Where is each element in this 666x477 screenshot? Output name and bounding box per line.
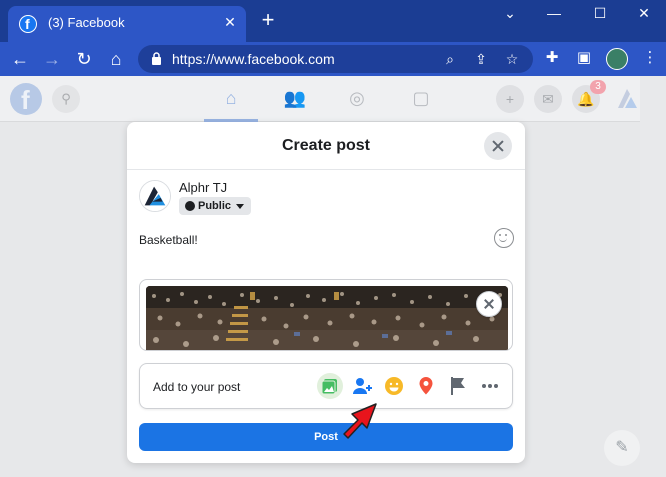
browser-tab-strip: f (3) Facebook ✕ + ⌄ — ☐ ✕ [0, 0, 666, 42]
photo-video-icon[interactable] [317, 373, 343, 399]
caret-down-icon [236, 203, 245, 209]
media-attachment [139, 279, 513, 351]
home-nav-icon[interactable]: ⌂ [218, 86, 244, 110]
tab-search-chevron-down-icon[interactable]: ⌄ [490, 2, 530, 26]
gaming-nav-icon[interactable]: ▢ [408, 86, 434, 110]
facebook-top-bar: f ⚲ ⌂ 👥 ◎ ▢ + ✉ 🔔 3 [0, 76, 640, 122]
minimize-icon[interactable]: — [534, 2, 574, 26]
life-event-flag-icon[interactable] [445, 373, 471, 399]
tag-people-icon[interactable] [349, 373, 375, 399]
more-options-icon[interactable] [477, 373, 503, 399]
reload-icon[interactable]: ↻ [72, 47, 96, 71]
create-post-dialog: Create post Alphr TJ Public Basketball! [127, 122, 525, 463]
bookmark-star-icon[interactable]: ☆ [503, 50, 521, 68]
window-close-icon[interactable]: ✕ [624, 2, 664, 26]
feeling-smiley-icon[interactable] [381, 373, 407, 399]
side-panel-icon[interactable]: ▣ [574, 48, 594, 68]
facebook-favicon-icon: f [19, 15, 37, 33]
tab-close-icon[interactable]: ✕ [220, 12, 240, 32]
notification-badge: 3 [590, 80, 606, 94]
privacy-selector[interactable]: Public [179, 197, 252, 215]
address-bar[interactable]: https://www.facebook.com ⌕ ⇪ ☆ [138, 45, 533, 73]
home-icon[interactable]: ⌂ [104, 47, 128, 71]
share-icon[interactable]: ⇪ [472, 50, 490, 68]
post-button[interactable]: Post [139, 423, 513, 451]
browser-toolbar: ← → ↻ ⌂ https://www.facebook.com ⌕ ⇪ ☆ ✚… [0, 42, 666, 76]
remove-media-icon[interactable] [476, 291, 502, 317]
check-in-location-icon[interactable] [413, 373, 439, 399]
add-to-post-bar: Add to your post [139, 363, 513, 409]
messenger-icon[interactable]: ✉ [534, 85, 562, 113]
browser-tab[interactable]: f (3) Facebook ✕ [8, 6, 246, 42]
extensions-puzzle-icon[interactable]: ✚ [542, 48, 562, 68]
author-name: Alphr TJ [179, 180, 228, 195]
dialog-title: Create post [281, 137, 371, 154]
add-to-post-label: Add to your post [153, 380, 241, 394]
create-plus-icon[interactable]: + [496, 85, 524, 113]
dialog-header: Create post [127, 122, 525, 170]
tab-title: (3) Facebook [48, 15, 125, 30]
groups-nav-icon[interactable]: ◎ [344, 86, 370, 110]
basketball-crowd-photo [146, 286, 508, 350]
post-text-input[interactable]: Basketball! [139, 233, 198, 247]
friends-nav-icon[interactable]: 👥 [282, 86, 308, 110]
account-avatar[interactable] [612, 84, 640, 112]
url-text: https://www.facebook.com [172, 51, 335, 67]
maximize-icon[interactable]: ☐ [580, 2, 620, 26]
facebook-logo-icon[interactable]: f [10, 83, 42, 115]
red-pointer-arrow-icon [343, 403, 377, 439]
emoji-smiley-icon[interactable] [494, 228, 514, 248]
zoom-icon[interactable]: ⌕ [441, 50, 459, 68]
page-scrollbar[interactable] [640, 76, 666, 477]
profile-avatar[interactable] [606, 48, 628, 70]
globe-icon [185, 201, 195, 211]
privacy-label: Public [198, 200, 232, 212]
kebab-menu-icon[interactable]: ⋮ [640, 48, 660, 68]
author-avatar[interactable] [139, 180, 171, 212]
back-arrow-icon[interactable]: ← [8, 47, 32, 71]
lock-icon [152, 52, 161, 65]
new-tab-icon[interactable]: + [256, 9, 280, 33]
search-icon[interactable]: ⚲ [52, 85, 80, 113]
new-message-icon[interactable]: ✎ [604, 430, 640, 466]
dialog-close-icon[interactable] [484, 132, 512, 160]
forward-arrow-icon[interactable]: → [40, 47, 64, 71]
